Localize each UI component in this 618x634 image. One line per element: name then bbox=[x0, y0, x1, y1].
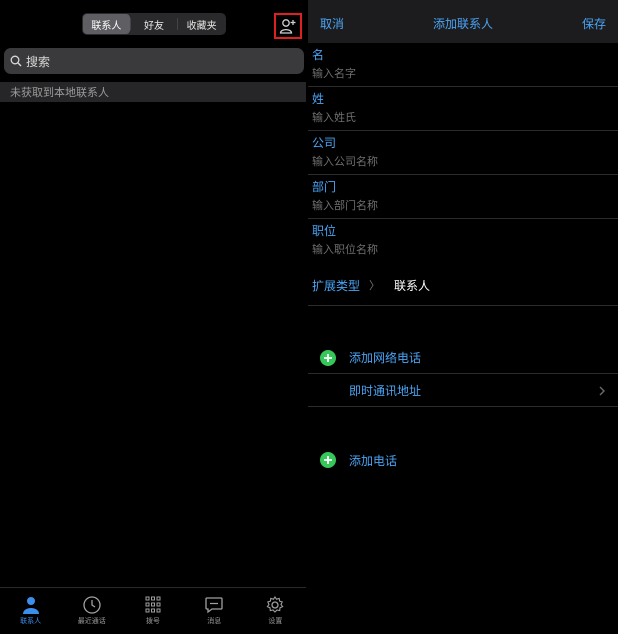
extension-type-value: 联系人 bbox=[394, 279, 431, 293]
im-address-label: 即时通讯地址 bbox=[349, 384, 422, 398]
tab-contacts[interactable]: 联系人 bbox=[0, 588, 61, 634]
add-contact-panel: 添加联系人 取消 保存 名 姓 公司 部门 职位 扩展类型 〉 联系人 bbox=[308, 0, 618, 634]
tab-recent-calls[interactable]: 最近通话 bbox=[61, 588, 122, 634]
tab-label: 联系人 bbox=[20, 617, 42, 625]
segment-control: 联系人 好友 收藏夹 bbox=[82, 13, 226, 35]
message-icon bbox=[205, 597, 223, 614]
tab-label: 消息 bbox=[207, 617, 222, 625]
add-contact-navbar: 添加联系人 取消 保存 bbox=[308, 0, 618, 43]
last-name-field: 姓 bbox=[308, 87, 618, 131]
tab-settings[interactable]: 设置 bbox=[245, 588, 306, 634]
extension-type-label: 扩展类型 bbox=[312, 279, 361, 293]
screen: 联系人 好友 收藏夹 搜索 未获取到本地联系人 联系人 最近通话 拨号 消息 设… bbox=[0, 0, 618, 634]
search-placeholder: 搜索 bbox=[26, 54, 51, 69]
chevron-right-icon bbox=[599, 386, 605, 395]
chevron-right-icon: 〉 bbox=[369, 279, 380, 292]
plus-icon bbox=[320, 349, 336, 366]
tab-messages[interactable]: 消息 bbox=[184, 588, 245, 634]
gear-icon bbox=[266, 596, 284, 613]
page-title: 添加联系人 bbox=[432, 17, 493, 31]
segment-contacts[interactable]: 联系人 bbox=[83, 14, 130, 34]
search-bar[interactable]: 搜索 bbox=[4, 48, 304, 74]
plus-icon bbox=[320, 452, 336, 468]
add-phone-row[interactable]: 添加电话 bbox=[308, 444, 618, 476]
tab-label: 设置 bbox=[268, 617, 283, 625]
company-input[interactable] bbox=[312, 153, 602, 169]
dialpad-icon bbox=[145, 596, 161, 613]
last-name-input[interactable] bbox=[312, 109, 602, 125]
field-label: 部门 bbox=[312, 180, 337, 194]
department-input[interactable] bbox=[312, 197, 602, 213]
add-person-icon bbox=[279, 19, 296, 34]
tab-dialpad[interactable]: 拨号 bbox=[122, 588, 183, 634]
clock-icon bbox=[83, 596, 101, 614]
position-field: 职位 bbox=[308, 219, 618, 263]
first-name-field: 名 bbox=[308, 43, 618, 87]
search-icon bbox=[10, 55, 22, 67]
save-button[interactable]: 保存 bbox=[582, 15, 606, 32]
person-icon bbox=[22, 597, 39, 614]
tab-label: 拨号 bbox=[146, 617, 160, 625]
tab-label: 最近通话 bbox=[77, 617, 106, 625]
field-label: 公司 bbox=[312, 136, 337, 150]
contacts-topbar: 联系人 好友 收藏夹 bbox=[0, 0, 306, 44]
add-phone-label: 添加电话 bbox=[349, 453, 398, 468]
department-field: 部门 bbox=[308, 175, 618, 219]
add-network-phone-label: 添加网络电话 bbox=[349, 351, 422, 365]
add-contact-button[interactable] bbox=[274, 13, 302, 39]
company-field: 公司 bbox=[308, 131, 618, 175]
field-label: 职位 bbox=[312, 224, 337, 238]
no-local-contacts-notice: 未获取到本地联系人 bbox=[0, 82, 306, 102]
add-network-phone-row[interactable]: 添加网络电话 bbox=[308, 342, 618, 374]
extension-type-row[interactable]: 扩展类型 〉 联系人 bbox=[308, 262, 618, 306]
bottom-tabbar: 联系人 最近通话 拨号 消息 设置 bbox=[0, 587, 306, 634]
field-label: 名 bbox=[312, 48, 325, 62]
first-name-input[interactable] bbox=[312, 65, 602, 81]
cancel-button[interactable]: 取消 bbox=[320, 15, 344, 32]
segment-friends[interactable]: 好友 bbox=[131, 14, 178, 34]
im-address-row[interactable]: 即时通讯地址 bbox=[308, 375, 618, 407]
segment-favorites[interactable]: 收藏夹 bbox=[178, 14, 225, 34]
contacts-panel: 联系人 好友 收藏夹 搜索 未获取到本地联系人 联系人 最近通话 拨号 消息 设… bbox=[0, 0, 306, 634]
position-input[interactable] bbox=[312, 241, 602, 257]
field-label: 姓 bbox=[312, 92, 325, 106]
